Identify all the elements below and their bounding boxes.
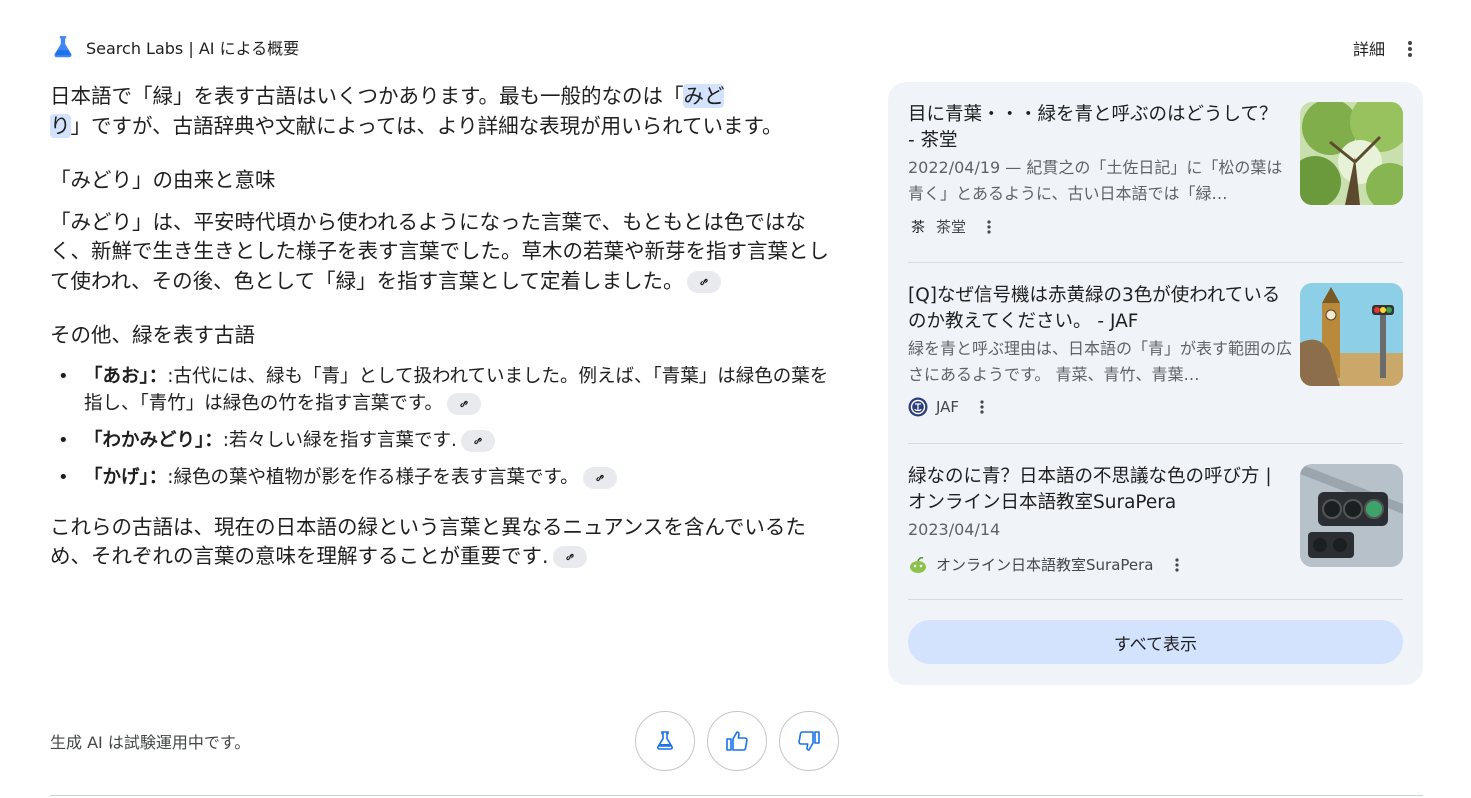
ai-overview-header: Search Labs | AI による概要 (50, 34, 299, 60)
citation-link-icon[interactable] (552, 546, 587, 568)
source-thumbnail[interactable] (1300, 283, 1403, 386)
term-description: :若々しい緑を指す言葉です. (222, 429, 457, 451)
source-snippet: 緑を青と呼ぶ理由は、日本語の「青」が表す範囲の広さにあるようです。 青菜、青竹、… (908, 339, 1293, 384)
card-divider (908, 443, 1403, 444)
site-name: 茶堂 (936, 218, 967, 236)
list-item: 「あお」：:古代には、緑も「青」として扱われていました。例えば、「青葉」は緑色の… (50, 363, 835, 417)
citation-link-icon[interactable] (582, 466, 617, 489)
details-link[interactable]: 詳細 (1353, 36, 1385, 60)
intro-highlight: みど (683, 84, 725, 108)
site-favicon-icon: 茶 (911, 219, 925, 236)
citation-link-icon[interactable] (687, 270, 722, 293)
term-label: 「かげ」： (84, 466, 168, 488)
source-title[interactable]: [Q]なぜ信号機は赤黄緑の3色が使われているのか教えてください。 - JAF (908, 283, 1283, 335)
show-all-button[interactable]: すべて表示 (908, 620, 1403, 664)
section-divider (50, 795, 1423, 796)
site-name: オンライン日本語教室SuraPera (936, 556, 1154, 574)
card-divider (908, 262, 1403, 263)
list-item: 「かげ」：:緑色の葉や植物が影を作る様子を表す言葉です。 (50, 464, 835, 491)
source-site: 茶 茶堂 (908, 216, 998, 237)
section-heading-others: その他、緑を表す古語 (50, 323, 255, 347)
experimental-notice: 生成 AI は試験運用中です。 (50, 733, 251, 752)
ai-overview-body: 日本語で「緑」を表す古語はいくつかあります。最も一般的なのは「みどり」ですが、古… (50, 82, 835, 597)
flask-icon (54, 36, 72, 58)
list-item: 「わかみどり」：:若々しい緑を指す言葉です. (50, 427, 835, 454)
citation-link-icon[interactable] (460, 429, 495, 452)
source-snippet: 2023/04/14 (908, 520, 1001, 539)
source-card[interactable]: 緑なのに青？日本語の不思議な色の呼び方 | オンライン日本語教室SuraPera… (908, 464, 1403, 599)
site-name: JAF (936, 398, 960, 416)
labs-button[interactable] (635, 711, 695, 771)
term-description: :緑色の葉や植物が影を作る様子を表す言葉です。 (167, 466, 579, 488)
more-options-icon[interactable] (980, 218, 998, 236)
more-options-icon[interactable] (1399, 38, 1421, 60)
conclusion-paragraph: これらの古語は、現在の日本語の緑という言葉と異なるニュアンスを含んでいるため、そ… (50, 513, 835, 572)
intro-paragraph: 日本語で「緑」を表す古語はいくつかあります。最も一般的なのは「みどり」ですが、古… (50, 82, 835, 141)
thumbs-up-icon (726, 731, 748, 751)
terms-list: 「あお」：:古代には、緑も「青」として扱われていました。例えば、「青葉」は緑色の… (50, 363, 835, 491)
source-title[interactable]: 緑なのに青？日本語の不思議な色の呼び方 | オンライン日本語教室SuraPera (908, 464, 1283, 516)
term-label: 「わかみどり」： (84, 429, 223, 451)
conclusion-text: これらの古語は、現在の日本語の緑という言葉と異なるニュアンスを含んでいるため、そ… (50, 514, 806, 569)
surapera-logo-icon (908, 555, 928, 575)
intro-text: 日本語で「緑」を表す古語はいくつかあります。最も一般的なのは「 (50, 84, 684, 108)
term-label: 「あお」： (84, 365, 168, 387)
thumbs-down-icon (798, 731, 820, 751)
more-options-icon[interactable] (1168, 556, 1186, 574)
thumbs-up-button[interactable] (707, 711, 767, 771)
source-card[interactable]: 目に青葉・・・緑を青と呼ぶのはどうして？ - 茶堂 2022/04/19 — 紀… (908, 102, 1403, 262)
intro-highlight: り (50, 113, 71, 138)
flask-icon (656, 731, 674, 750)
card-divider (908, 599, 1403, 600)
section-heading-origin: 「みどり」の由来と意味 (50, 168, 276, 192)
source-site: JAF (908, 397, 991, 417)
thumbs-down-button[interactable] (779, 711, 839, 771)
sources-panel: 目に青葉・・・緑を青と呼ぶのはどうして？ - 茶堂 2022/04/19 — 紀… (888, 82, 1423, 685)
source-thumbnail[interactable] (1300, 464, 1403, 567)
ai-overview-title: Search Labs | AI による概要 (86, 39, 300, 58)
intro-text: 」ですが、古語辞典や文献によっては、より詳細な表現が用いられています。 (70, 113, 783, 138)
jaf-logo-icon (908, 397, 928, 417)
origin-paragraph: 「みどり」は、平安時代頃から使われるようになった言葉で、もともとは色ではなく、新… (50, 208, 835, 297)
source-title[interactable]: 目に青葉・・・緑を青と呼ぶのはどうして？ - 茶堂 (908, 102, 1283, 154)
source-site: オンライン日本語教室SuraPera (908, 554, 1186, 575)
source-card[interactable]: [Q]なぜ信号機は赤黄緑の3色が使われているのか教えてください。 - JAF 緑… (908, 283, 1403, 443)
source-snippet: 2022/04/19 — 紀貫之の「土佐日記」に「松の葉は青く」とあるように、古… (908, 158, 1283, 203)
more-options-icon[interactable] (973, 398, 991, 416)
citation-link-icon[interactable] (446, 392, 481, 415)
source-thumbnail[interactable] (1300, 102, 1403, 205)
